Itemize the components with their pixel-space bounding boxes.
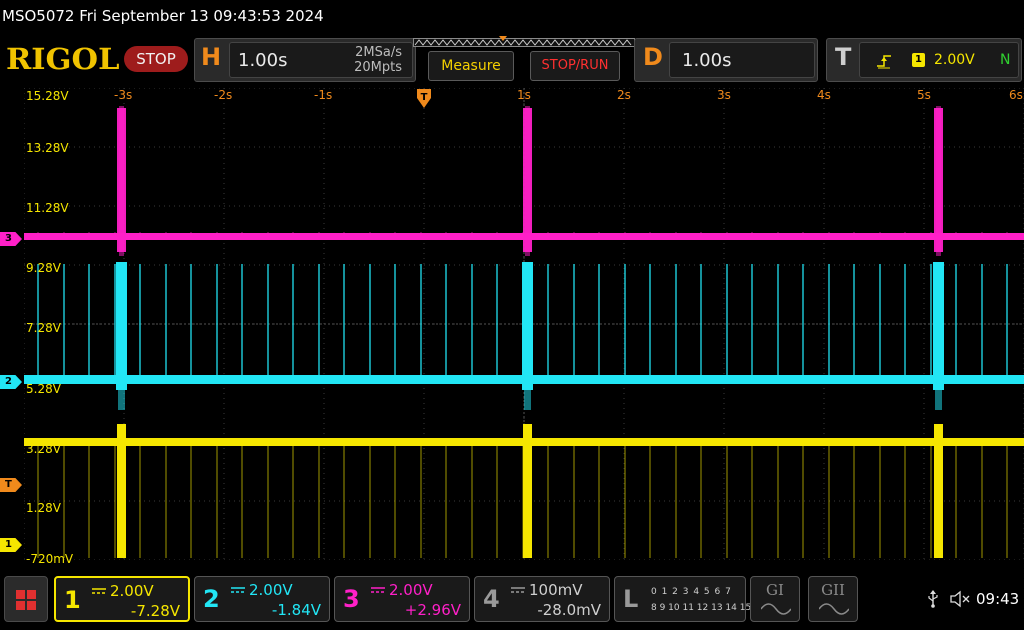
volt-label: -720mV [26, 552, 74, 566]
ch3-pulse-glow [525, 106, 530, 256]
logic-channels-high: 8 9 10 11 12 13 14 15 [651, 603, 752, 613]
volt-label: 3.28V [26, 442, 61, 456]
time-label: 4s [817, 88, 831, 102]
trigger-sweep-mode: N [1000, 52, 1011, 68]
ch3-offset-marker[interactable]: 3 [0, 232, 22, 246]
channel-3-number: 3 [343, 585, 360, 613]
channel-4-box[interactable]: 4 100mV -28.0mV [474, 576, 610, 622]
volt-label: 15.28V [26, 89, 69, 103]
generator-1-label: GI [766, 581, 784, 599]
logic-analyzer-box[interactable]: L 0 1 2 3 4 5 6 7 8 9 10 11 12 13 14 15 [614, 576, 751, 622]
system-clock: 09:43 [976, 590, 1020, 608]
grid-menu-icon [16, 590, 36, 610]
trigger-level-marker[interactable]: T [0, 478, 22, 492]
sample-rate: 2MSa/s [355, 45, 402, 60]
channel-2-offset: -1.84V [271, 601, 321, 619]
volt-label: 13.28V [26, 141, 69, 155]
status-title-line: MSO5072 Fri September 13 09:43:53 2024 [2, 7, 324, 25]
trigger-time-marker-icon: T [417, 89, 431, 108]
memory-depth: 20Mpts [354, 60, 402, 75]
volt-label: 7.28V [26, 321, 61, 335]
ch1-pulse [117, 424, 126, 558]
logic-channels-low: 0 1 2 3 4 5 6 7 [651, 587, 732, 597]
delayed-panel[interactable]: D 1.00s [634, 38, 818, 82]
svg-text:T: T [421, 92, 428, 103]
generator-1-button[interactable]: GI [750, 576, 800, 622]
ch2-pulse-tail [118, 388, 125, 410]
time-label: 1s [517, 88, 531, 102]
trigger-letter: T [835, 43, 852, 71]
horizontal-scale: 1.00s [238, 50, 288, 71]
time-label: 2s [617, 88, 631, 102]
ch3-pulse-glow [119, 106, 124, 256]
trigger-panel[interactable]: T 1 2.00V N [826, 38, 1022, 82]
volt-label: 1.28V [26, 501, 61, 515]
main-menu-button[interactable] [4, 576, 48, 622]
sine-wave-icon [819, 603, 849, 615]
trigger-source-badge: 1 [912, 53, 925, 67]
ch2-pulse [116, 262, 127, 390]
dc-coupling-icon [231, 587, 245, 593]
run-state-badge[interactable]: STOP [124, 46, 188, 72]
toolbar: RIGOL STOP H 1.00s 2MSa/s 20Mpts Measure… [0, 34, 1024, 86]
speaker-mute-icon[interactable] [950, 590, 972, 608]
ch2-offset-marker[interactable]: 2 [0, 375, 22, 389]
time-label: -1s [314, 88, 333, 102]
ch2-pulse [522, 262, 533, 390]
ch1-offset-marker[interactable]: 1 [0, 538, 22, 552]
dc-coupling-icon [92, 588, 106, 594]
channel-1-scale: 2.00V [110, 582, 154, 600]
generator-2-button[interactable]: GII [808, 576, 858, 622]
volt-label: 9.28V [26, 261, 61, 275]
ch2-pulse-tail [935, 388, 942, 410]
horizontal-letter: H [201, 43, 222, 71]
measure-button[interactable]: Measure [428, 51, 514, 81]
dc-coupling-icon [371, 587, 385, 593]
channel-3-scale: 2.00V [389, 581, 433, 599]
channel-1-offset: -7.28V [130, 602, 180, 620]
time-label: -2s [214, 88, 233, 102]
time-label: 5s [917, 88, 931, 102]
usb-icon [928, 590, 938, 608]
waveform-grid[interactable] [24, 88, 1024, 560]
dc-coupling-icon [511, 587, 525, 593]
sample-info: 2MSa/s 20Mpts [354, 45, 402, 75]
waveform-canvas[interactable] [24, 88, 1024, 560]
delayed-scale-box[interactable]: 1.00s [669, 42, 815, 78]
memory-position-bar [413, 36, 635, 47]
rigol-logo: RIGOL [6, 42, 120, 76]
channel-1-number: 1 [64, 586, 81, 614]
time-label: -3s [114, 88, 133, 102]
channel-2-scale: 2.00V [249, 581, 293, 599]
trigger-settings-box[interactable]: 1 2.00V N [859, 42, 1019, 78]
channel-4-offset: -28.0mV [537, 601, 601, 619]
volt-label: 5.28V [26, 382, 61, 396]
channel-3-box[interactable]: 3 2.00V +2.96V [334, 576, 470, 622]
horizontal-panel[interactable]: H 1.00s 2MSa/s 20Mpts [194, 38, 416, 82]
channel-4-number: 4 [483, 585, 500, 613]
channel-bar: 1 2.00V -7.28V 2 2.00V -1.84V 3 2.00V +2… [0, 574, 1024, 630]
rising-edge-trigger-icon [877, 55, 891, 69]
channel-3-offset: +2.96V [404, 601, 461, 619]
channel-4-scale: 100mV [529, 581, 583, 599]
delayed-letter: D [643, 43, 663, 71]
channel-2-box[interactable]: 2 2.00V -1.84V [194, 576, 330, 622]
horizontal-scale-box[interactable]: 1.00s 2MSa/s 20Mpts [229, 42, 413, 78]
ch1-pulse [934, 424, 943, 558]
time-label: 6s [1009, 88, 1023, 102]
ch3-pulse-glow [936, 106, 941, 256]
ch1-pulse [523, 424, 532, 558]
logic-analyzer-letter: L [623, 585, 639, 613]
delayed-scale: 1.00s [682, 50, 732, 71]
ch2-pulse-tail [524, 388, 531, 410]
ch2-pulse [933, 262, 944, 390]
channel-2-number: 2 [203, 585, 220, 613]
sine-wave-icon [761, 603, 791, 615]
time-label: 3s [717, 88, 731, 102]
stop-run-button[interactable]: STOP/RUN [530, 51, 620, 81]
channel-1-box[interactable]: 1 2.00V -7.28V [54, 576, 190, 622]
generator-2-label: GII [821, 581, 845, 599]
trigger-level: 2.00V [934, 52, 975, 68]
volt-label: 11.28V [26, 201, 69, 215]
